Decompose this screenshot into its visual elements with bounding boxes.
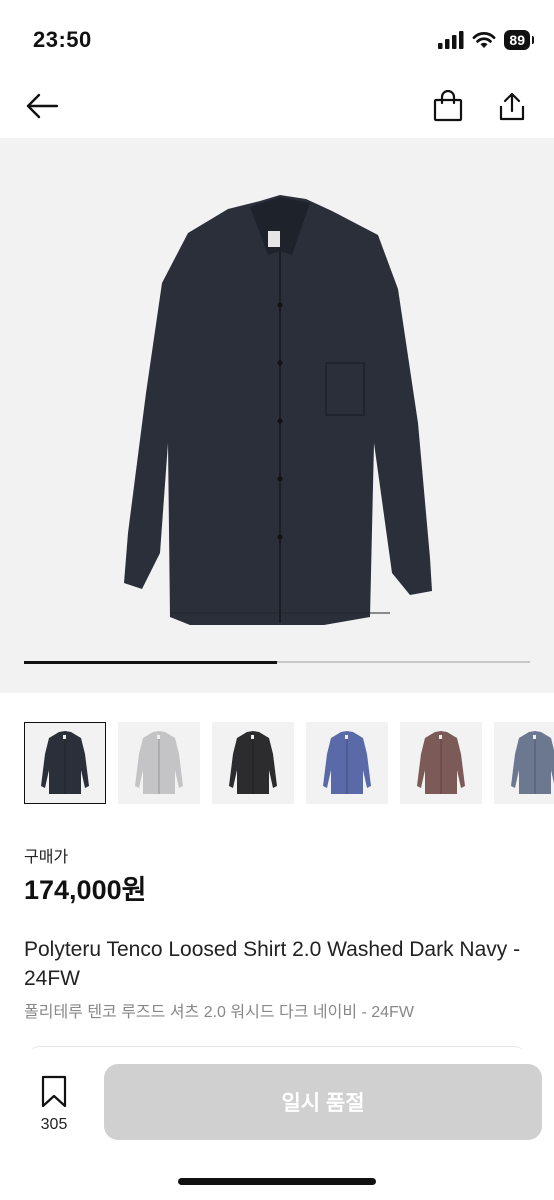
thumbnail-shirt-image bbox=[511, 731, 554, 794]
product-price: 174,000원 bbox=[24, 875, 147, 905]
nav-bar bbox=[0, 78, 554, 138]
wishlist-button[interactable]: 305 bbox=[30, 1075, 78, 1134]
product-image-gallery[interactable] bbox=[0, 138, 554, 693]
thumbnail-shirt-image bbox=[229, 731, 277, 794]
thumbnail-shirt-image bbox=[323, 731, 371, 794]
product-title-en: Polyteru Tenco Loosed Shirt 2.0 Washed D… bbox=[24, 938, 521, 990]
battery-indicator: 89 bbox=[504, 30, 534, 50]
cart-button[interactable] bbox=[428, 86, 468, 126]
gallery-progress-track bbox=[24, 660, 530, 664]
status-icons: 89 bbox=[438, 30, 534, 50]
color-thumbnail[interactable] bbox=[24, 722, 106, 804]
color-thumbnail[interactable] bbox=[306, 722, 388, 804]
home-indicator bbox=[178, 1178, 376, 1185]
arrow-left-icon bbox=[26, 93, 59, 119]
status-bar: 23:50 89 bbox=[0, 0, 554, 78]
share-button[interactable] bbox=[492, 86, 532, 126]
bookmark-icon bbox=[41, 1075, 67, 1108]
wifi-icon bbox=[473, 32, 496, 48]
thumbnail-shirt-image bbox=[417, 731, 465, 794]
shopping-bag-icon bbox=[433, 90, 463, 122]
color-thumbnail[interactable] bbox=[118, 722, 200, 804]
gallery-progress-fill bbox=[24, 660, 277, 664]
product-title-ko: 폴리테루 텐코 루즈드 셔츠 2.0 워시드 다크 네이비 - 24FW bbox=[24, 1004, 414, 1021]
wishlist-count: 305 bbox=[40, 1116, 68, 1133]
thumbnail-shirt-image bbox=[41, 731, 89, 794]
color-thumbnail[interactable] bbox=[400, 722, 482, 804]
signal-icon bbox=[438, 31, 464, 49]
back-button[interactable] bbox=[22, 86, 62, 126]
thumbnail-shirt-image bbox=[135, 731, 183, 794]
product-image bbox=[124, 195, 432, 625]
color-thumbnail-strip bbox=[0, 722, 554, 806]
price-label: 구매가 bbox=[24, 849, 69, 866]
color-thumbnail[interactable] bbox=[212, 722, 294, 804]
color-thumbnail[interactable] bbox=[494, 722, 554, 804]
share-icon bbox=[499, 92, 525, 121]
bottom-action-bar: 305 일시 품절 bbox=[0, 1050, 554, 1200]
status-time: 23:50 bbox=[33, 27, 92, 52]
sold-out-button[interactable]: 일시 품절 bbox=[104, 1064, 542, 1140]
